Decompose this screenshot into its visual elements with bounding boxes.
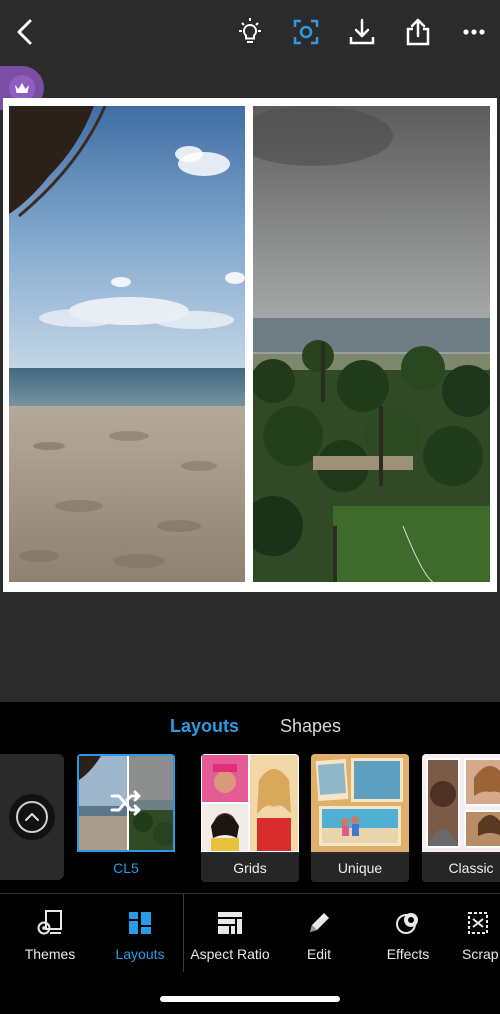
scrapbook-icon xyxy=(468,912,488,934)
collapse-tray-button[interactable] xyxy=(0,754,64,880)
download-icon xyxy=(349,18,375,45)
nav-separator xyxy=(183,894,184,972)
auto-enhance-button[interactable] xyxy=(230,12,270,52)
beach-photo-image xyxy=(9,106,245,582)
nav-label: Effects xyxy=(386,946,430,962)
layout-card-label: Grids xyxy=(201,854,299,882)
share-icon xyxy=(406,18,430,46)
shuffle-icon xyxy=(110,790,141,816)
nav-scrapbook[interactable]: Scrap xyxy=(462,894,500,978)
layout-tray: CL5 Grids Unique Classic xyxy=(0,752,500,884)
nav-edit[interactable]: Edit xyxy=(290,894,348,978)
nav-effects[interactable]: Effects xyxy=(378,894,438,978)
layout-shape-switch: Layouts Shapes xyxy=(0,716,500,746)
share-button[interactable] xyxy=(398,12,438,52)
unique-thumbnail xyxy=(311,754,409,852)
effects-icon xyxy=(396,913,418,934)
home-indicator[interactable] xyxy=(160,996,340,1002)
nav-label: Layouts xyxy=(115,946,165,962)
collage-photo-palms[interactable] xyxy=(253,106,490,582)
collage-photo-beach[interactable] xyxy=(9,106,245,582)
chevron-up-icon xyxy=(25,813,39,821)
download-button[interactable] xyxy=(342,12,382,52)
nav-layouts[interactable]: Layouts xyxy=(110,894,170,978)
nav-aspect-ratio[interactable]: Aspect Ratio xyxy=(190,894,270,978)
themes-icon xyxy=(37,910,62,935)
crown-icon xyxy=(15,83,29,93)
more-icon xyxy=(463,29,485,35)
top-toolbar xyxy=(0,0,500,64)
nav-themes[interactable]: Themes xyxy=(20,894,80,978)
more-button[interactable] xyxy=(454,12,494,52)
focus-frame-icon xyxy=(293,19,319,45)
nav-label: Themes xyxy=(24,946,76,962)
palms-photo-image xyxy=(253,106,490,582)
collage-canvas[interactable] xyxy=(3,98,497,592)
bottom-navigation: Themes Layouts Aspect Ratio Edit Effects… xyxy=(0,894,500,978)
layout-card-classic[interactable]: Classic xyxy=(422,754,500,882)
back-chevron-icon xyxy=(17,19,32,45)
nav-label: Scrap xyxy=(462,946,499,962)
pencil-icon xyxy=(310,913,329,932)
nav-label: Aspect Ratio xyxy=(190,946,270,962)
layout-card-unique[interactable]: Unique xyxy=(311,754,409,882)
layout-card-cl5[interactable]: CL5 xyxy=(77,754,175,882)
layouts-icon xyxy=(129,912,151,934)
grids-thumbnail xyxy=(201,754,299,852)
aspect-ratio-icon xyxy=(218,912,242,934)
nav-label: Edit xyxy=(306,946,332,962)
tab-shapes[interactable]: Shapes xyxy=(280,716,341,737)
back-button[interactable] xyxy=(6,12,46,52)
layout-card-label: Classic xyxy=(422,854,500,882)
lightbulb-icon xyxy=(239,18,261,43)
layout-card-label: CL5 xyxy=(113,860,139,876)
focus-button[interactable] xyxy=(286,12,326,52)
classic-thumbnail xyxy=(422,754,500,852)
layout-card-grids[interactable]: Grids xyxy=(201,754,299,882)
layout-card-label: Unique xyxy=(311,854,409,882)
tab-layouts[interactable]: Layouts xyxy=(170,716,239,737)
